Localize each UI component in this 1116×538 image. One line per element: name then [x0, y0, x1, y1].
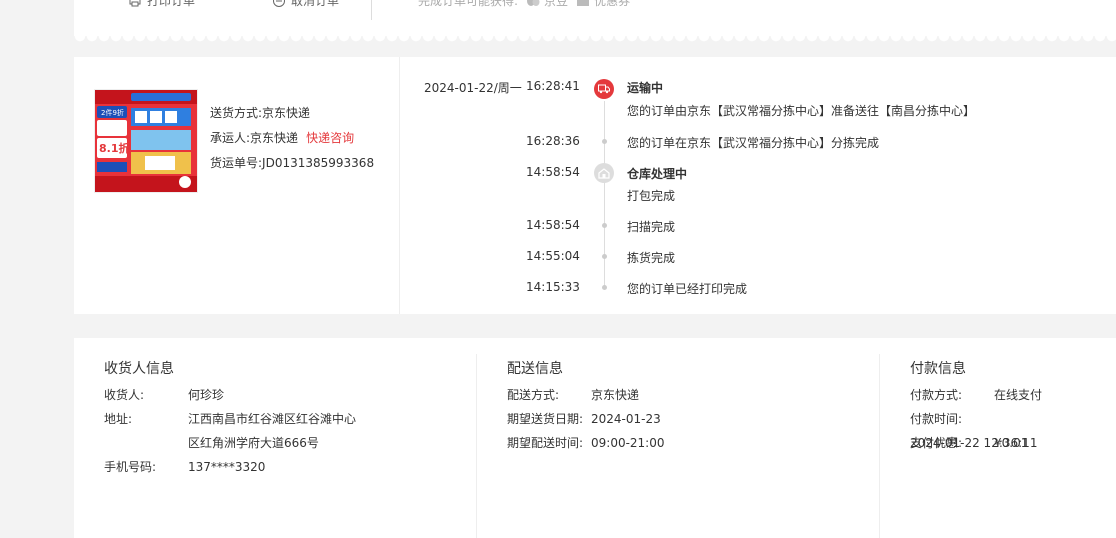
receiver-address-row-2: 区红角洲学府大道666号	[104, 431, 319, 455]
cancel-order-label: 取消订单	[291, 0, 340, 8]
payment-method-value: 在线支付	[994, 388, 1043, 402]
courier-consult-link[interactable]: 快递咨询	[306, 131, 354, 145]
timeline-text: 扫描完成	[627, 220, 676, 234]
benefits-label: 完成订单可能获得:	[418, 0, 519, 8]
payment-info: 付款信息 付款方式: 在线支付 付款时间:2024-01-22 12:36:11 …	[879, 354, 1116, 538]
delivery-method-label: 配送方式:	[507, 388, 560, 402]
carrier-value: 京东快递	[250, 131, 299, 145]
timeline-time: 14:55:04	[526, 249, 580, 263]
timeline-time: 14:58:54	[526, 165, 580, 179]
order-info-card: 收货人信息 收货人: 何珍珍 地址: 江西南昌市红谷滩区红谷滩中心 区红角洲学府大道…	[74, 338, 1116, 538]
jingdou-icon	[527, 0, 540, 6]
timeline-dot	[602, 139, 607, 144]
receiver-address-label: 地址:	[104, 412, 133, 426]
timeline-entry: 14:15:33 您的订单已经打印完成	[400, 280, 1116, 302]
payment-method-row: 付款方式: 在线支付	[910, 383, 1042, 407]
order-benefits: 完成订单可能获得: 京豆 优惠券	[418, 0, 630, 9]
delivery-method-row: 配送方式: 京东快递	[507, 383, 639, 407]
delivery-time-label: 期望配送时间:	[507, 436, 584, 450]
payment-title: 付款信息	[910, 361, 966, 377]
receiver-info: 收货人信息 收货人: 何珍珍 地址: 江西南昌市红谷滩区红谷滩中心 区红角洲学府大道…	[74, 338, 476, 538]
waybill-label: 货运单号:	[210, 156, 263, 170]
receiver-name-label: 收货人:	[104, 388, 145, 402]
printer-icon	[129, 0, 141, 6]
timeline-dot	[602, 254, 607, 259]
delivery-date-row: 期望送货日期: 2024-01-23	[507, 407, 661, 431]
delivery-method-value: 京东快递	[591, 388, 640, 402]
ticket-edge	[74, 36, 1116, 42]
timeline-date: 2024-01-22/周一	[424, 81, 522, 95]
product-image: 2件9折 8.1折	[95, 90, 197, 192]
warehouse-icon	[594, 163, 614, 183]
coupon-label: 优惠券	[594, 0, 631, 8]
receiver-phone-row: 手机号码: 137****3320	[104, 455, 265, 479]
timeline-time: 16:28:36	[526, 134, 580, 148]
shipping-info: 送货方式:京东快递 承运人:京东快递 快递咨询 货运单号:JD0131385993…	[210, 101, 374, 176]
receiver-address-row: 地址: 江西南昌市红谷滩区红谷滩中心	[104, 407, 356, 431]
timeline-text: 拣货完成	[627, 251, 676, 265]
timeline-entry: 2024-01-22/周一 16:28:41 运输中	[400, 79, 1116, 101]
timeline-text: 您的订单由京东【武汉常福分拣中心】准备送往【南昌分拣中心】	[627, 104, 976, 118]
timeline-entry: 14:55:04 拣货完成	[400, 249, 1116, 271]
payment-discount-value: ¥0.01	[994, 436, 1029, 450]
cancel-order-button[interactable]: 取消订单	[273, 0, 339, 9]
carrier-row: 承运人:京东快递 快递咨询	[210, 126, 374, 151]
receiver-address-line2: 区红角洲学府大道666号	[188, 436, 319, 450]
waybill-row: 货运单号:JD0131385993368	[210, 151, 374, 176]
delivery-time-value: 09:00-21:00	[591, 436, 665, 450]
timeline-entry: 14:58:54 扫描完成	[400, 218, 1116, 240]
payment-discount-row: 支付优惠: ¥0.01	[910, 431, 1028, 455]
timeline-dot	[602, 223, 607, 228]
logistics-card: 2件9折 8.1折 送货方式:京东快递 承运人:京东快递 快递咨询 货运单号:JD…	[74, 57, 1116, 314]
shipping-method-value: 京东快递	[262, 106, 311, 120]
waybill-value: JD0131385993368	[262, 156, 375, 170]
payment-method-label: 付款方式:	[910, 388, 963, 402]
minus-circle-icon	[273, 0, 285, 7]
delivery-time-row: 期望配送时间: 09:00-21:00	[507, 431, 665, 455]
shipment-summary: 2件9折 8.1折 送货方式:京东快递 承运人:京东快递 快递咨询 货运单号:JD…	[74, 57, 400, 314]
receiver-name-row: 收货人: 何珍珍	[104, 383, 224, 407]
receiver-phone-label: 手机号码:	[104, 460, 157, 474]
shipping-method-label: 送货方式:	[210, 106, 263, 120]
jingdou-benefit: 京豆	[526, 0, 568, 9]
product-badge-big: 8.1折	[99, 141, 130, 155]
delivery-title: 配送信息	[507, 361, 563, 377]
receiver-address-line1: 江西南昌市红谷滩区红谷滩中心	[188, 412, 357, 426]
timeline-time: 16:28:41	[526, 79, 580, 93]
truck-icon	[594, 79, 614, 99]
payment-discount-label: 支付优惠:	[910, 436, 963, 450]
timeline-status: 运输中	[627, 81, 664, 95]
timeline-text: 您的订单已经打印完成	[627, 282, 748, 296]
divider	[371, 0, 372, 20]
delivery-date-label: 期望送货日期:	[507, 412, 584, 426]
shipping-method-row: 送货方式:京东快递	[210, 101, 374, 126]
logistics-timeline: 2024-01-22/周一 16:28:41 运输中 您的订单由京东【武汉常福分…	[400, 57, 1116, 314]
coupon-icon	[577, 0, 590, 6]
payment-time-label: 付款时间:	[910, 412, 963, 426]
timeline-entry: 16:28:36 您的订单在京东【武汉常福分拣中心】分拣完成	[400, 134, 1116, 156]
timeline-detail: 打包完成	[400, 187, 1116, 209]
timeline-entry: 14:58:54 仓库处理中	[400, 163, 1116, 187]
timeline-detail: 您的订单由京东【武汉常福分拣中心】准备送往【南昌分拣中心】	[400, 102, 1116, 124]
timeline-time: 14:15:33	[526, 280, 580, 294]
carrier-label: 承运人:	[210, 131, 251, 145]
coupon-benefit: 优惠券	[576, 0, 630, 9]
product-thumbnail[interactable]: 2件9折 8.1折	[94, 89, 198, 193]
timeline-text: 打包完成	[627, 189, 676, 203]
order-actions-card: 打印订单 取消订单 完成订单可能获得: 京豆 优惠券	[74, 0, 1116, 42]
receiver-title: 收货人信息	[104, 361, 174, 377]
print-order-label: 打印订单	[147, 0, 196, 8]
delivery-info: 配送信息 配送方式: 京东快递 期望送货日期: 2024-01-23 期望配送时间:…	[476, 354, 879, 538]
print-order-button[interactable]: 打印订单	[129, 0, 195, 9]
product-badge-top: 2件9折	[101, 108, 124, 117]
jingdou-label: 京豆	[544, 0, 569, 8]
receiver-phone-value: 137****3320	[188, 460, 266, 474]
delivery-date-value: 2024-01-23	[591, 412, 661, 426]
timeline-text: 您的订单在京东【武汉常福分拣中心】分拣完成	[627, 136, 880, 150]
receiver-name-value: 何珍珍	[188, 388, 225, 402]
timeline-status: 仓库处理中	[627, 167, 688, 181]
timeline-time: 14:58:54	[526, 218, 580, 232]
timeline-dot	[602, 285, 607, 290]
